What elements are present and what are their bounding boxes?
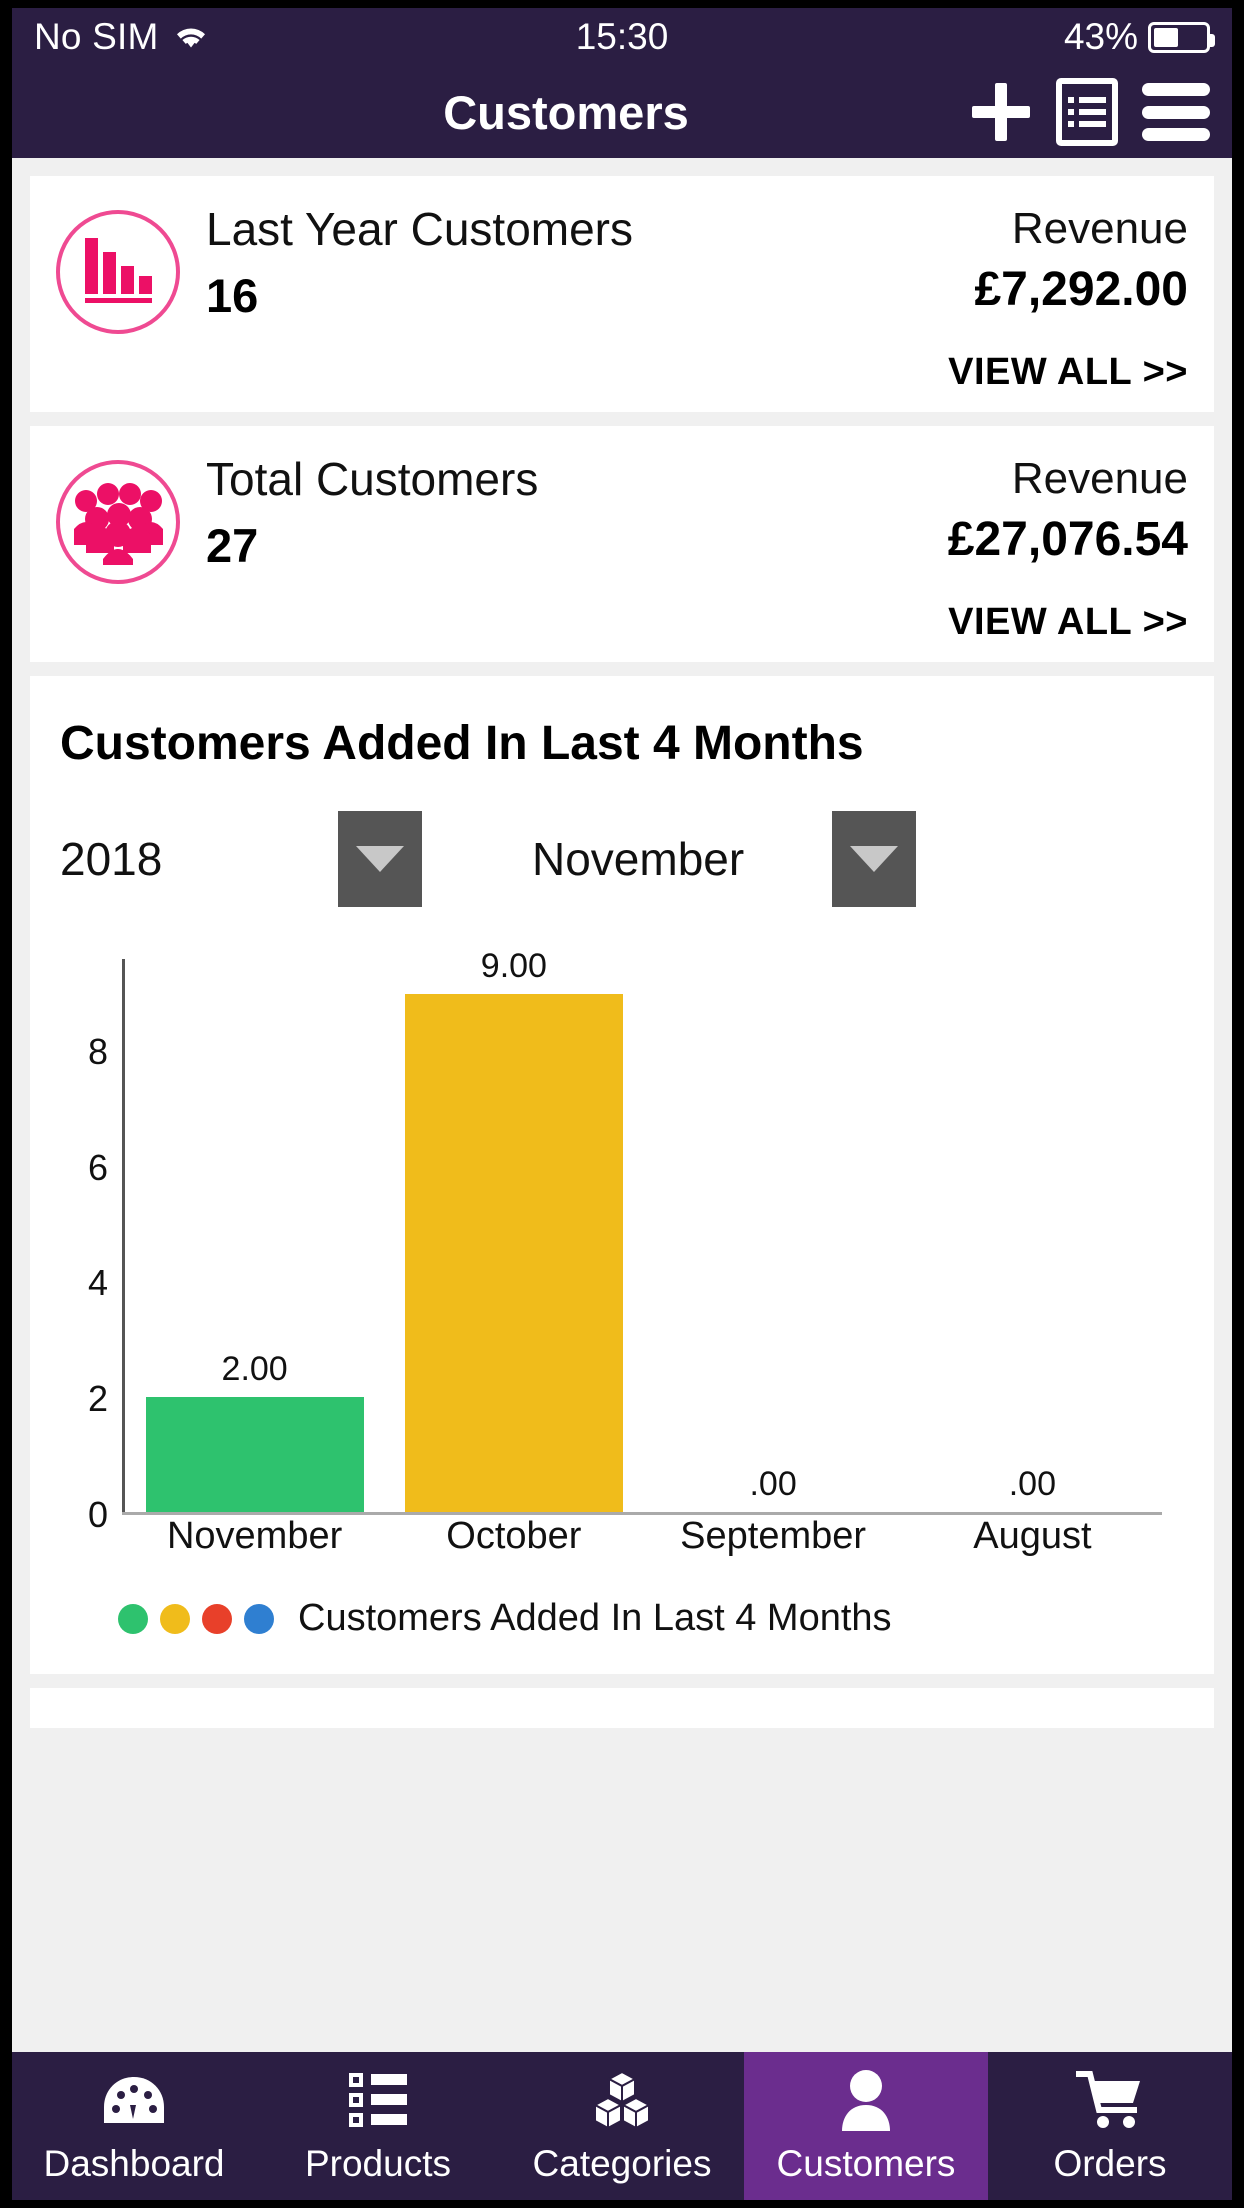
card-revenue-block: Revenue £7,292.00 VIEW ALL >> (948, 204, 1188, 394)
bar-chart: 0 2 4 6 8 2.00 9.00 .00 .00 NovemberOctoberSept… (60, 959, 1184, 1559)
page-title: Customers (12, 85, 970, 140)
plus-icon[interactable] (970, 81, 1032, 143)
chart-card: Customers Added In Last 4 Months 2018 No… (30, 676, 1214, 1674)
caret-down-icon (356, 846, 404, 872)
chart-heading: Customers Added In Last 4 Months (60, 716, 1184, 771)
list-box-icon[interactable] (1056, 78, 1118, 146)
status-left: No SIM (34, 16, 209, 58)
legend-dot (244, 1604, 274, 1634)
boxes-icon (591, 2067, 653, 2133)
app-bar: Customers (12, 66, 1232, 158)
tab-label: Customers (777, 2143, 956, 2185)
bar-column: .00 (903, 959, 1162, 1512)
bar-series: 2.00 9.00 .00 .00 (125, 959, 1162, 1512)
tab-orders[interactable]: Orders (988, 2052, 1232, 2200)
tab-dashboard[interactable]: Dashboard (12, 2052, 256, 2200)
card-title: Last Year Customers (206, 204, 948, 256)
month-filter-value: November (532, 832, 832, 886)
tab-label: Dashboard (43, 2143, 224, 2185)
bar (405, 994, 623, 1512)
people-group-icon (56, 460, 180, 584)
bar-value-label: .00 (749, 1465, 796, 1504)
app-bar-actions (970, 78, 1214, 146)
x-tick-label: August (903, 1515, 1162, 1559)
bar-value-label: 2.00 (222, 1350, 288, 1389)
card-icon-wrap (56, 454, 180, 644)
legend-label: Customers Added In Last 4 Months (298, 1597, 892, 1640)
dashboard-gauge-icon (102, 2067, 166, 2133)
card-count: 16 (206, 268, 948, 323)
tab-label: Products (305, 2143, 451, 2185)
revenue-amount: £7,292.00 (974, 262, 1188, 317)
y-tick-label: 4 (88, 1262, 108, 1304)
hamburger-menu-icon[interactable] (1142, 83, 1210, 141)
y-tick-label: 2 (88, 1378, 108, 1420)
year-dropdown-button[interactable] (338, 811, 422, 907)
status-right: 43% (1064, 16, 1210, 58)
battery-percent-label: 43% (1064, 16, 1138, 58)
card-texts: Total Customers 27 (180, 454, 948, 644)
year-filter-value: 2018 (60, 832, 338, 886)
battery-icon (1148, 22, 1210, 53)
tab-label: Categories (533, 2143, 712, 2185)
revenue-label: Revenue (1012, 454, 1188, 504)
revenue-amount: £27,076.54 (948, 512, 1188, 567)
chart-legend: Customers Added In Last 4 Months (60, 1597, 1184, 1640)
bar-column: .00 (644, 959, 903, 1512)
shopping-cart-icon (1076, 2067, 1144, 2133)
legend-dot (160, 1604, 190, 1634)
month-filter[interactable]: November (532, 811, 916, 907)
card-title: Total Customers (206, 454, 948, 506)
x-axis-labels: NovemberOctoberSeptemberAugust (125, 1515, 1162, 1559)
next-card-stub (30, 1688, 1214, 1728)
wifi-icon (173, 24, 209, 51)
year-filter[interactable]: 2018 (60, 811, 422, 907)
card-texts: Last Year Customers 16 (180, 204, 948, 394)
last-year-customers-card[interactable]: Last Year Customers 16 Revenue £7,292.00… (30, 176, 1214, 412)
card-icon-wrap (56, 204, 180, 394)
tab-products[interactable]: Products (256, 2052, 500, 2200)
revenue-label: Revenue (1012, 204, 1188, 254)
phone-frame: No SIM 15:30 43% Customers (0, 0, 1244, 2208)
product-list-icon (347, 2067, 409, 2133)
month-dropdown-button[interactable] (832, 811, 916, 907)
scroll-content[interactable]: Last Year Customers 16 Revenue £7,292.00… (12, 158, 1232, 2052)
bar-value-label: 9.00 (481, 947, 547, 986)
x-tick-label: September (644, 1515, 903, 1559)
chart-filters: 2018 November (60, 811, 1184, 907)
y-tick-label: 6 (88, 1147, 108, 1189)
x-tick-label: October (384, 1515, 643, 1559)
bar-column: 9.00 (384, 959, 643, 1512)
y-axis-labels: 02468 (60, 959, 116, 1515)
y-tick-label: 0 (88, 1494, 108, 1536)
tab-label: Orders (1053, 2143, 1166, 2185)
legend-dot (118, 1604, 148, 1634)
tab-customers[interactable]: Customers (744, 2052, 988, 2200)
card-count: 27 (206, 518, 948, 573)
legend-dot (202, 1604, 232, 1634)
status-bar: No SIM 15:30 43% (12, 8, 1232, 66)
y-tick-label: 8 (88, 1031, 108, 1073)
bottom-tab-bar: Dashboard Products (12, 2052, 1232, 2200)
x-tick-label: November (125, 1515, 384, 1559)
caret-down-icon (850, 846, 898, 872)
tab-categories[interactable]: Categories (500, 2052, 744, 2200)
app-screen: No SIM 15:30 43% Customers (12, 8, 1232, 2200)
bar (146, 1397, 364, 1512)
view-all-link[interactable]: VIEW ALL >> (948, 601, 1188, 644)
person-icon (838, 2067, 894, 2133)
view-all-link[interactable]: VIEW ALL >> (948, 351, 1188, 394)
bar-chart-icon (56, 210, 180, 334)
card-revenue-block: Revenue £27,076.54 VIEW ALL >> (948, 454, 1188, 644)
carrier-label: No SIM (34, 16, 159, 58)
legend-color-dots (118, 1604, 274, 1634)
total-customers-card[interactable]: Total Customers 27 Revenue £27,076.54 VI… (30, 426, 1214, 662)
chart-axes: 2.00 9.00 .00 .00 (122, 959, 1162, 1515)
bar-value-label: .00 (1009, 1465, 1056, 1504)
bar-column: 2.00 (125, 959, 384, 1512)
